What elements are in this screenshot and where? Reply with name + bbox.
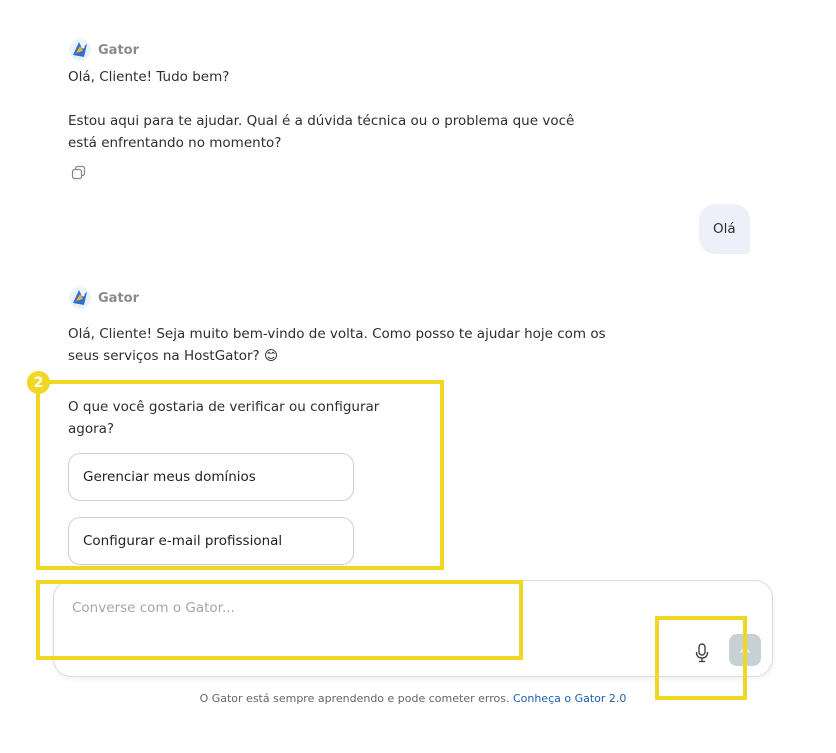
- footer-text: O Gator está sempre aprendendo e pode co…: [199, 692, 510, 705]
- highlight-actions: [655, 616, 747, 700]
- annotation-badge-number: 2: [33, 374, 44, 391]
- gator-logo-icon: [69, 287, 91, 309]
- bot-message-2: Olá, Cliente! Seja muito bem-vindo de vo…: [68, 323, 608, 367]
- bot-header: Gator: [68, 38, 139, 62]
- highlight-input: [36, 580, 523, 660]
- user-message: Olá: [699, 204, 750, 254]
- annotation-badge: 2: [27, 371, 50, 394]
- bot-name: Gator: [98, 42, 139, 58]
- copy-icon: [71, 165, 85, 179]
- bot-name: Gator: [98, 290, 139, 306]
- footer-link[interactable]: Conheça o Gator 2.0: [513, 692, 626, 705]
- bot-body: Estou aqui para te ajudar. Qual é a dúvi…: [68, 113, 575, 151]
- copy-button[interactable]: [69, 163, 87, 181]
- bot-message-1: Olá, Cliente! Tudo bem? Estou aqui para …: [68, 66, 598, 154]
- bot-greeting: Olá, Cliente! Tudo bem?: [68, 69, 230, 85]
- bot-message-2-text: Olá, Cliente! Seja muito bem-vindo de vo…: [68, 326, 606, 364]
- gator-logo-icon: [69, 39, 91, 61]
- highlight-options: [36, 380, 444, 570]
- bot-header-2: Gator: [68, 286, 139, 310]
- user-message-text: Olá: [713, 221, 736, 237]
